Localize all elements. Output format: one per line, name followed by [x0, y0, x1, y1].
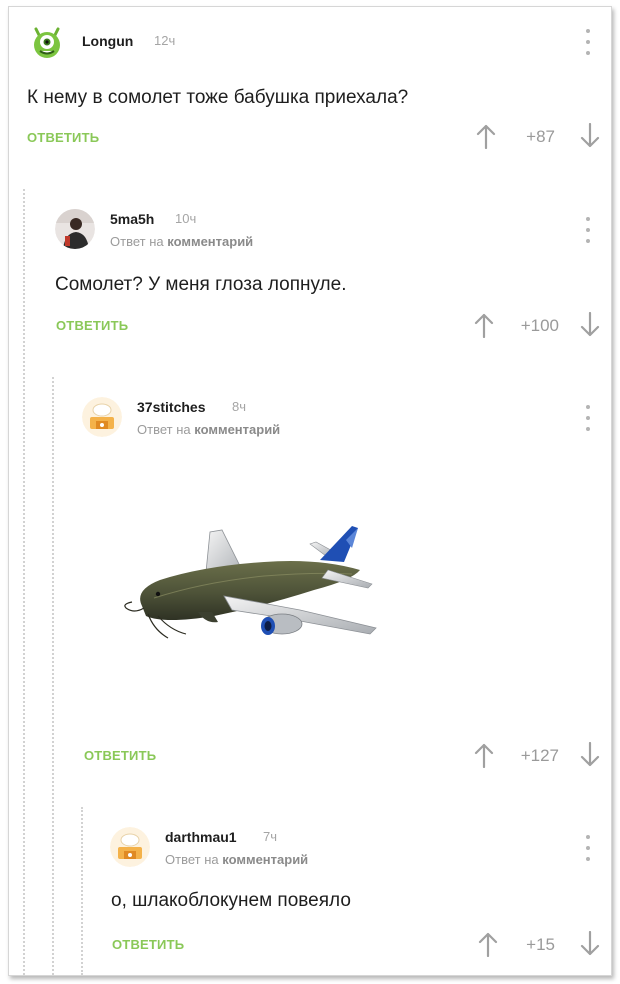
rating-count: +15	[526, 935, 555, 954]
comment-text: К нему в сомолет тоже бабушка приехала?	[27, 87, 409, 108]
reply-to-info: Ответ на комментарий	[137, 422, 280, 437]
username[interactable]: 37stitches	[137, 399, 205, 415]
person-photo-icon	[55, 209, 95, 249]
thread-line-level-2	[52, 377, 54, 975]
comment-time: 10ч	[175, 211, 197, 226]
catfish-airplane-image[interactable]	[114, 512, 384, 652]
upvote-arrow-icon[interactable]	[473, 312, 495, 339]
reply-button[interactable]: ОТВЕТИТЬ	[84, 748, 156, 763]
thread-line-level-1	[23, 189, 25, 975]
avatar[interactable]	[82, 397, 122, 437]
thread-line-level-3	[81, 807, 83, 975]
rating-count: +100	[520, 316, 559, 335]
reply-to-prefix: Ответ на	[110, 234, 164, 249]
reply-to-prefix: Ответ на	[137, 422, 191, 437]
green-monster-icon	[27, 21, 67, 61]
comments-panel: Longun 12ч К нему в сомолет тоже бабушка…	[8, 6, 612, 976]
avatar[interactable]	[27, 21, 67, 61]
more-options-icon[interactable]	[585, 835, 591, 861]
reply-button[interactable]: ОТВЕТИТЬ	[56, 318, 128, 333]
upvote-arrow-icon[interactable]	[473, 742, 495, 769]
reply-button[interactable]: ОТВЕТИТЬ	[112, 937, 184, 952]
username[interactable]: Longun	[82, 33, 133, 49]
more-options-icon[interactable]	[585, 29, 591, 55]
comment-text: о, шлакоблокунем повеяло	[111, 890, 351, 911]
more-options-icon[interactable]	[585, 217, 591, 243]
comment-text: Сомолет? У меня глоза лопнуле.	[55, 274, 347, 295]
reply-to-link[interactable]: комментарий	[194, 422, 280, 437]
downvote-arrow-icon[interactable]	[579, 741, 601, 768]
reply-to-info: Ответ на комментарий	[110, 234, 253, 249]
username[interactable]: darthmau1	[165, 829, 237, 845]
upvote-arrow-icon[interactable]	[475, 123, 497, 150]
reply-to-prefix: Ответ на	[165, 852, 219, 867]
comment-time: 7ч	[263, 829, 278, 844]
comment-time: 8ч	[232, 399, 247, 414]
chef-hat-icon	[82, 397, 122, 437]
reply-to-link[interactable]: комментарий	[167, 234, 253, 249]
avatar[interactable]	[110, 827, 150, 867]
avatar[interactable]	[55, 209, 95, 249]
downvote-arrow-icon[interactable]	[579, 122, 601, 149]
catfish-airplane-picture	[124, 526, 377, 639]
reply-to-link[interactable]: комментарий	[222, 852, 308, 867]
rating-count: +127	[520, 746, 559, 765]
downvote-arrow-icon[interactable]	[579, 930, 601, 957]
reply-button[interactable]: ОТВЕТИТЬ	[27, 130, 99, 145]
username[interactable]: 5ma5h	[110, 211, 154, 227]
chef-hat-icon	[110, 827, 150, 867]
reply-to-info: Ответ на комментарий	[165, 852, 308, 867]
comment-time: 12ч	[154, 33, 176, 48]
more-options-icon[interactable]	[585, 405, 591, 431]
rating-count: +87	[526, 127, 555, 146]
downvote-arrow-icon[interactable]	[579, 311, 601, 338]
